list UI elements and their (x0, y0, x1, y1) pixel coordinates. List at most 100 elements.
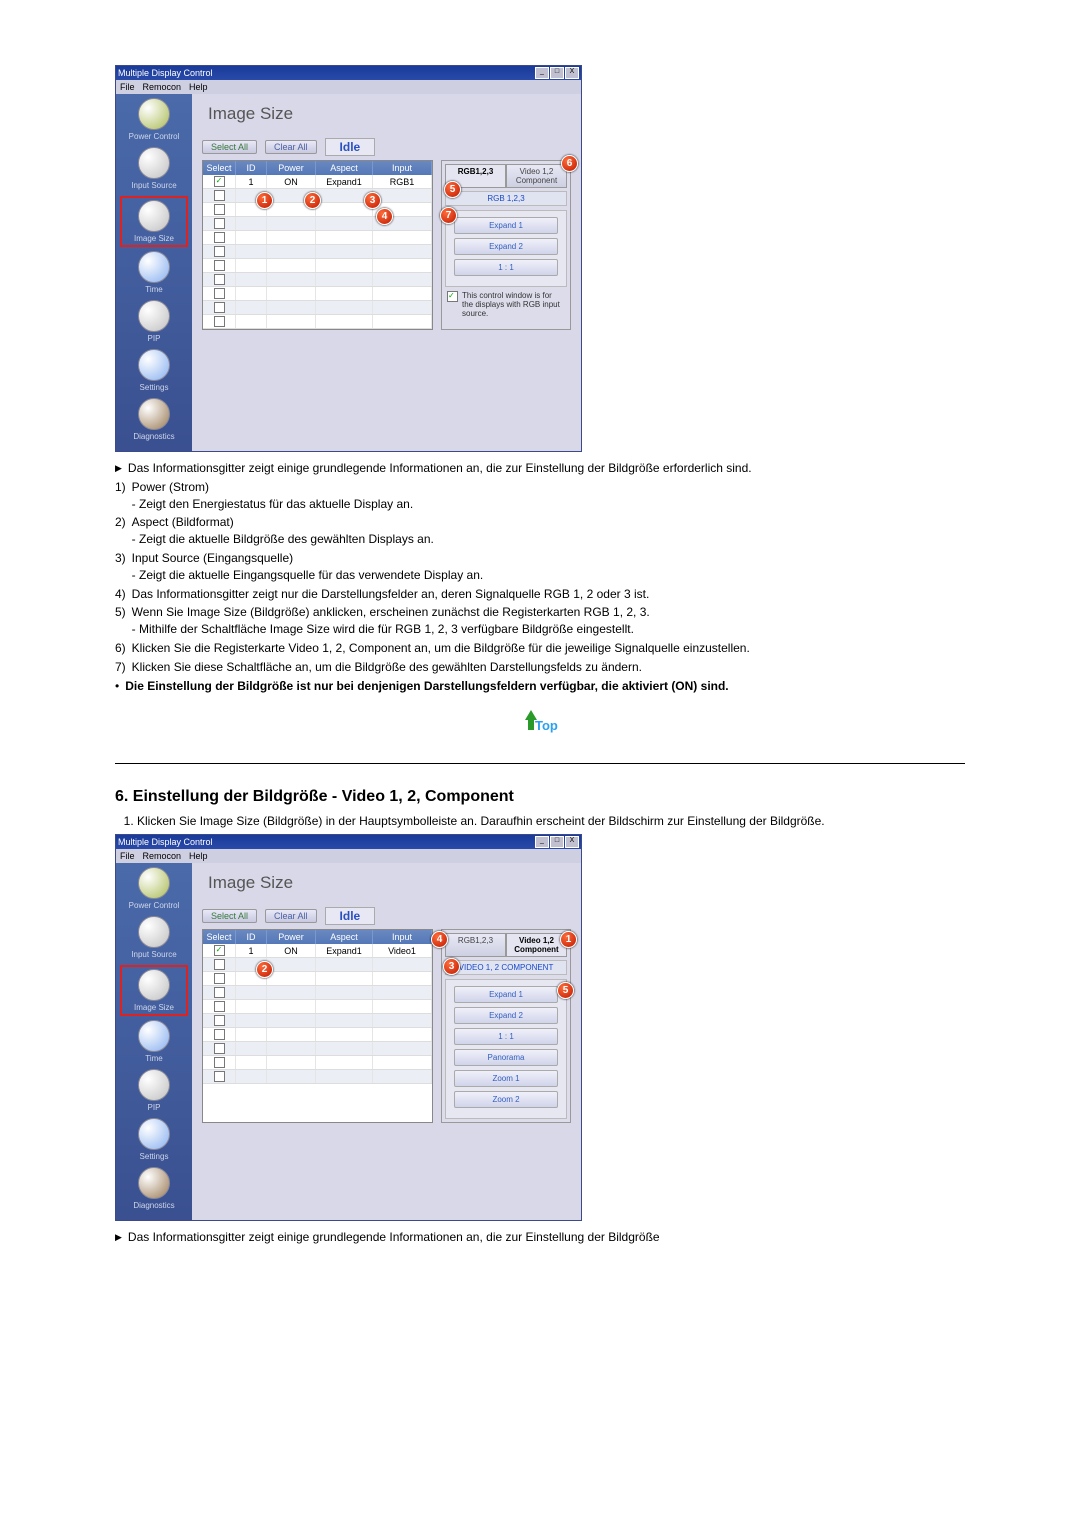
sidebar-item-diagnostics[interactable]: Diagnostics (116, 398, 192, 447)
tab-video[interactable]: Video 1,2 Component (506, 164, 567, 188)
table-row (203, 217, 432, 231)
sidebar-item-time[interactable]: Time (116, 251, 192, 300)
table-row (203, 259, 432, 273)
sidebar-item-image-size[interactable]: Image Size (120, 196, 188, 247)
menu-remocon[interactable]: Remocon (143, 82, 182, 92)
maximize-icon[interactable]: □ (550, 67, 564, 79)
size-expand1-button[interactable]: Expand 1 (454, 986, 558, 1003)
close-icon[interactable]: X (565, 67, 579, 79)
col-aspect: Aspect (316, 930, 373, 944)
row-checkbox[interactable] (214, 1001, 225, 1012)
sidebar-item-power[interactable]: Power Control (116, 867, 192, 916)
row-checkbox[interactable] (214, 218, 225, 229)
row-checkbox[interactable] (214, 274, 225, 285)
row-checkbox[interactable] (214, 190, 225, 201)
col-id: ID (236, 161, 267, 175)
row-checkbox[interactable] (214, 945, 225, 956)
table-row (203, 301, 432, 315)
tab-video[interactable]: Video 1,2 Component (506, 933, 567, 957)
sidebar-item-input[interactable]: Input Source (116, 916, 192, 965)
size-expand2-button[interactable]: Expand 2 (454, 1007, 558, 1024)
marker-2-icon: 2 (304, 192, 321, 209)
page-title: Image Size (208, 873, 571, 893)
size-expand2-button[interactable]: Expand 2 (454, 238, 558, 255)
row-checkbox[interactable] (214, 260, 225, 271)
page-title: Image Size (208, 104, 571, 124)
status-badge: Idle (325, 138, 376, 156)
size-zoom2-button[interactable]: Zoom 2 (454, 1091, 558, 1108)
menu-file[interactable]: File (120, 851, 135, 861)
select-all-button[interactable]: Select All (202, 140, 257, 154)
table-row (203, 1000, 432, 1014)
back-to-top-button[interactable]: Top (519, 708, 561, 742)
size-1-1-button[interactable]: 1 : 1 (454, 1028, 558, 1045)
close-icon[interactable]: X (565, 836, 579, 848)
title-bar: Multiple Display Control _ □ X (116, 835, 581, 849)
marker-7-icon: 7 (440, 207, 457, 224)
col-input: Input (373, 930, 432, 944)
table-row (203, 1070, 432, 1084)
row-checkbox[interactable] (214, 302, 225, 313)
row-checkbox[interactable] (214, 973, 225, 984)
marker-1-icon: 1 (560, 931, 577, 948)
marker-5-icon: 5 (557, 982, 574, 999)
table-row (203, 958, 432, 972)
sidebar-item-diagnostics[interactable]: Diagnostics (116, 1167, 192, 1216)
clear-all-button[interactable]: Clear All (265, 140, 317, 154)
col-select: Select (203, 930, 236, 944)
row-checkbox[interactable] (214, 176, 225, 187)
minimize-icon[interactable]: _ (535, 67, 549, 79)
image-size-panel: RGB1,2,3 Video 1,2 Component RGB 1,2,3 E… (441, 160, 571, 330)
size-panorama-button[interactable]: Panorama (454, 1049, 558, 1066)
col-select: Select (203, 161, 236, 175)
menu-help[interactable]: Help (189, 82, 208, 92)
col-power: Power (267, 161, 316, 175)
minimize-icon[interactable]: _ (535, 836, 549, 848)
row-checkbox[interactable] (214, 959, 225, 970)
marker-4-icon: 4 (376, 208, 393, 225)
row-checkbox[interactable] (214, 1029, 225, 1040)
maximize-icon[interactable]: □ (550, 836, 564, 848)
row-checkbox[interactable] (214, 987, 225, 998)
app-window-video: Multiple Display Control _ □ X File Remo… (115, 834, 582, 1221)
row-checkbox[interactable] (214, 1015, 225, 1026)
sidebar-item-power[interactable]: Power Control (116, 98, 192, 147)
sidebar-item-time[interactable]: Time (116, 1020, 192, 1069)
marker-5-icon: 5 (444, 181, 461, 198)
sidebar-item-input[interactable]: Input Source (116, 147, 192, 196)
row-checkbox[interactable] (214, 316, 225, 327)
row-checkbox[interactable] (214, 288, 225, 299)
row-checkbox[interactable] (214, 1043, 225, 1054)
size-zoom1-button[interactable]: Zoom 1 (454, 1070, 558, 1087)
menu-help[interactable]: Help (189, 851, 208, 861)
section-heading: 6. Einstellung der Bildgröße - Video 1, … (115, 788, 965, 806)
menu-remocon[interactable]: Remocon (143, 851, 182, 861)
col-aspect: Aspect (316, 161, 373, 175)
sidebar-item-image-size[interactable]: Image Size (120, 965, 188, 1016)
info-checkbox[interactable] (447, 291, 458, 302)
row-checkbox[interactable] (214, 204, 225, 215)
sidebar-item-settings[interactable]: Settings (116, 349, 192, 398)
table-row (203, 972, 432, 986)
row-checkbox[interactable] (214, 1071, 225, 1082)
col-power: Power (267, 930, 316, 944)
size-expand1-button[interactable]: Expand 1 (454, 217, 558, 234)
app-window-rgb: Multiple Display Control _ □ X File Remo… (115, 65, 582, 452)
select-all-button[interactable]: Select All (202, 909, 257, 923)
step-1: Klicken Sie Image Size (Bildgröße) in de… (137, 814, 965, 828)
tab-rgb[interactable]: RGB1,2,3 (445, 933, 506, 957)
row-checkbox[interactable] (214, 232, 225, 243)
clear-all-button[interactable]: Clear All (265, 909, 317, 923)
row-checkbox[interactable] (214, 246, 225, 257)
sidebar-item-settings[interactable]: Settings (116, 1118, 192, 1167)
sidebar-item-pip[interactable]: PIP (116, 300, 192, 349)
info-text: This control window is for the displays … (445, 287, 567, 318)
info-grid: Select ID Power Aspect Input 1ONExpand1R… (202, 160, 433, 330)
menu-file[interactable]: File (120, 82, 135, 92)
sidebar-item-pip[interactable]: PIP (116, 1069, 192, 1118)
row-checkbox[interactable] (214, 1057, 225, 1068)
sidebar: Power Control Input Source Image Size Ti… (116, 94, 192, 451)
table-row (203, 1028, 432, 1042)
size-1-1-button[interactable]: 1 : 1 (454, 259, 558, 276)
table-row (203, 1014, 432, 1028)
